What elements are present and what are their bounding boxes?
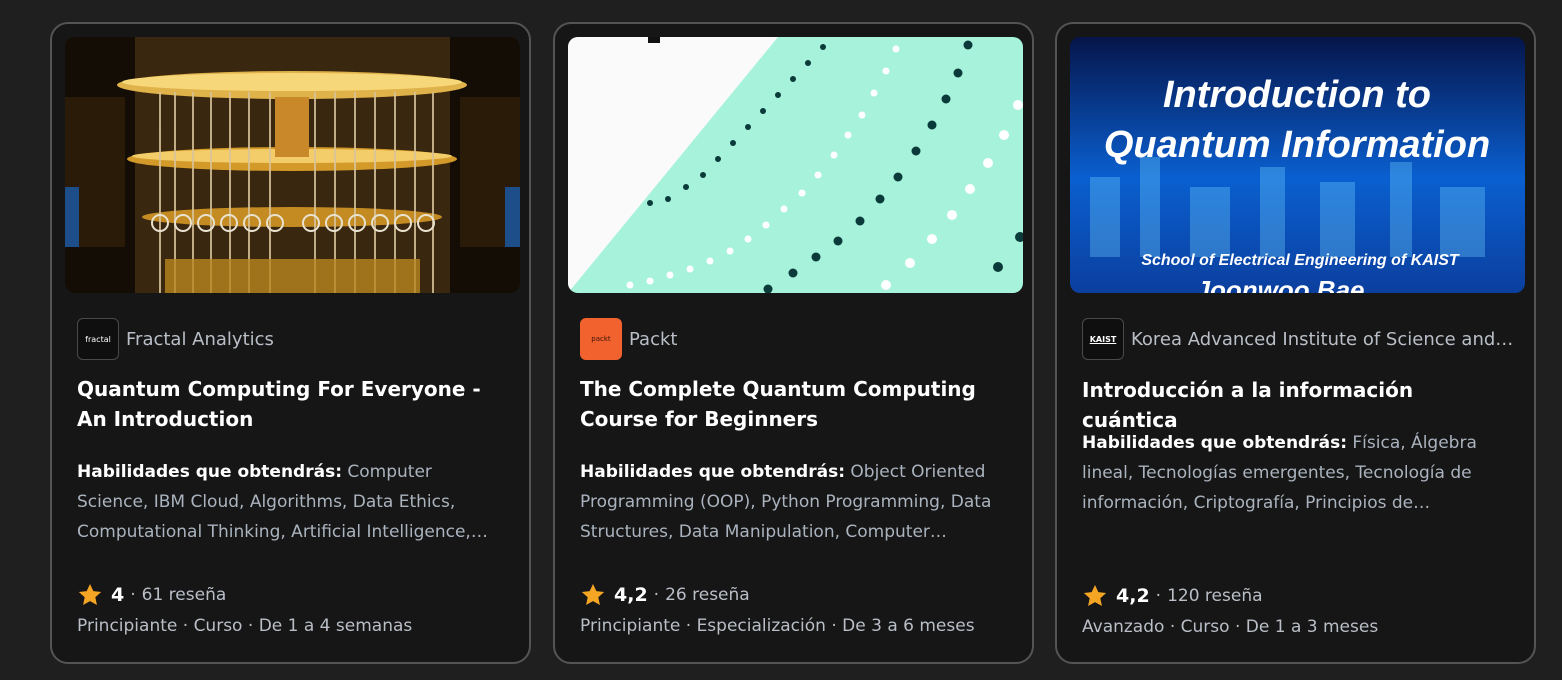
duration: De 3 a 6 meses — [842, 616, 975, 636]
course-title[interactable]: The Complete Quantum Computing Course fo… — [580, 374, 1008, 434]
course-meta: Principiante · Curso · De 1 a 4 semanas — [77, 616, 412, 636]
course-card-3[interactable]: Introduction to Quantum Information Scho… — [1055, 22, 1536, 664]
separator: · — [685, 616, 692, 636]
separator: · — [182, 616, 189, 636]
rating-value: 4 — [111, 584, 125, 606]
level: Principiante — [77, 616, 178, 636]
partner-logo: fractal — [77, 318, 119, 360]
course-image-quantum-computer — [65, 37, 520, 293]
separator: · — [1234, 617, 1241, 637]
course-meta: Avanzado · Curso · De 1 a 3 meses — [1082, 617, 1378, 637]
review-count: 26 reseña — [665, 585, 750, 605]
partner-row: fractal Fractal Analytics — [77, 317, 509, 361]
star-icon — [581, 583, 605, 605]
course-card-1[interactable]: fractal Fractal Analytics Quantum Comput… — [50, 22, 531, 664]
course-title[interactable]: Introducción a la información cuántica — [1082, 375, 1510, 435]
review-count: 61 reseña — [141, 585, 227, 605]
star-icon — [1083, 584, 1107, 606]
partner-logo-text: packt — [591, 335, 611, 343]
separator: · — [653, 585, 660, 605]
skills-label: Habilidades que obtendrás: — [77, 462, 342, 482]
separator: · — [1155, 586, 1162, 606]
course-meta: Principiante · Especialización · De 3 a … — [580, 616, 975, 636]
skills-label: Habilidades que obtendrás: — [1082, 433, 1347, 453]
product-type: Especialización — [696, 616, 826, 636]
thumb-title-line-2: Quantum Information — [1104, 124, 1490, 166]
partner-row: KAIST Korea Advanced Institute of Scienc… — [1082, 317, 1514, 361]
rating-value: 4,2 — [614, 584, 648, 606]
rating-value: 4,2 — [1116, 585, 1150, 607]
separator: · — [247, 616, 254, 636]
product-type: Curso — [1180, 617, 1230, 637]
review-count: 120 reseña — [1167, 586, 1263, 606]
thumb-title-line-1: Introduction to — [1163, 74, 1431, 116]
rating-row: 4 · 61 reseña — [77, 580, 226, 610]
partner-logo-text: KAIST — [1089, 334, 1117, 344]
partner-name[interactable]: Packt — [629, 329, 677, 350]
partner-name[interactable]: Fractal Analytics — [126, 329, 274, 350]
thumb-instructor-name: Joonwoo Bae — [1195, 275, 1364, 293]
partner-logo-text: fractal — [85, 334, 111, 344]
partner-logo: packt — [580, 318, 622, 360]
level: Principiante — [580, 616, 681, 636]
course-image-dotted-lines — [568, 37, 1023, 293]
rating-row: 4,2 · 120 reseña — [1082, 581, 1263, 611]
course-card-2[interactable]: packt Packt The Complete Quantum Computi… — [553, 22, 1034, 664]
skills-label: Habilidades que obtendrás: — [580, 462, 845, 482]
separator: · — [1169, 617, 1176, 637]
separator: · — [130, 585, 136, 605]
duration: De 1 a 3 meses — [1245, 617, 1379, 637]
partner-row: packt Packt — [580, 317, 1012, 361]
level: Avanzado — [1082, 617, 1165, 637]
thumb-subtitle: School of Electrical Engineering of KAIS… — [1141, 252, 1460, 269]
course-title[interactable]: Quantum Computing For Everyone - An Intr… — [77, 374, 505, 434]
star-icon — [78, 583, 102, 605]
product-type: Curso — [193, 616, 243, 636]
rating-row: 4,2 · 26 reseña — [580, 580, 750, 610]
partner-name[interactable]: Korea Advanced Institute of Science and … — [1131, 329, 1514, 350]
skills-text: Habilidades que obtendrás: Física, Álgeb… — [1082, 428, 1512, 518]
skills-text: Habilidades que obtendrás: Object Orient… — [580, 457, 1010, 547]
duration: De 1 a 4 semanas — [258, 616, 413, 636]
skills-text: Habilidades que obtendrás: Computer Scie… — [77, 457, 507, 547]
partner-logo: KAIST — [1082, 318, 1124, 360]
separator: · — [831, 616, 837, 636]
course-image-quantum-information: Introduction to Quantum Information Scho… — [1070, 37, 1525, 293]
